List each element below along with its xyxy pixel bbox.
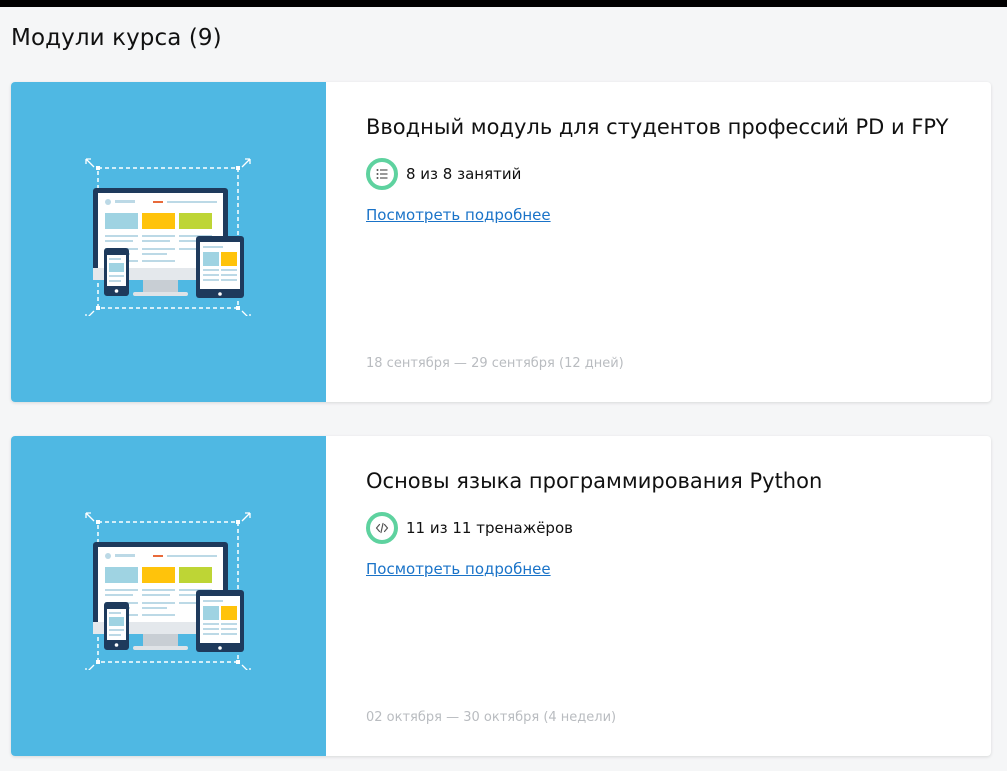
module-title[interactable]: Основы языка программирования Python — [366, 467, 822, 495]
module-card[interactable]: Основы языка программирования Python 11 … — [11, 436, 991, 756]
responsive-devices-illustration — [85, 158, 251, 316]
responsive-devices-illustration — [85, 512, 251, 670]
module-dates: 02 октября — 30 октября (4 недели) — [366, 710, 617, 725]
module-card-body: Вводный модуль для студентов профессий P… — [366, 82, 971, 402]
list-icon — [366, 158, 398, 190]
module-dates: 18 сентября — 29 сентября (12 дней) — [366, 356, 624, 371]
progress-count: 8 из 8 занятий — [406, 165, 522, 183]
page-title: Модули курса (9) — [11, 25, 222, 51]
module-progress: 11 из 11 тренажёров — [366, 512, 573, 544]
progress-count: 11 из 11 тренажёров — [406, 519, 573, 537]
code-icon — [366, 512, 398, 544]
view-details-link[interactable]: Посмотреть подробнее — [366, 206, 551, 224]
top-bar — [0, 0, 1007, 7]
module-title[interactable]: Вводный модуль для студентов профессий P… — [366, 113, 948, 141]
module-card-body: Основы языка программирования Python 11 … — [366, 436, 971, 756]
view-details-link[interactable]: Посмотреть подробнее — [366, 560, 551, 578]
module-progress: 8 из 8 занятий — [366, 158, 521, 190]
module-thumbnail[interactable] — [11, 82, 326, 402]
module-thumbnail[interactable] — [11, 436, 326, 756]
module-card[interactable]: Вводный модуль для студентов профессий P… — [11, 82, 991, 402]
